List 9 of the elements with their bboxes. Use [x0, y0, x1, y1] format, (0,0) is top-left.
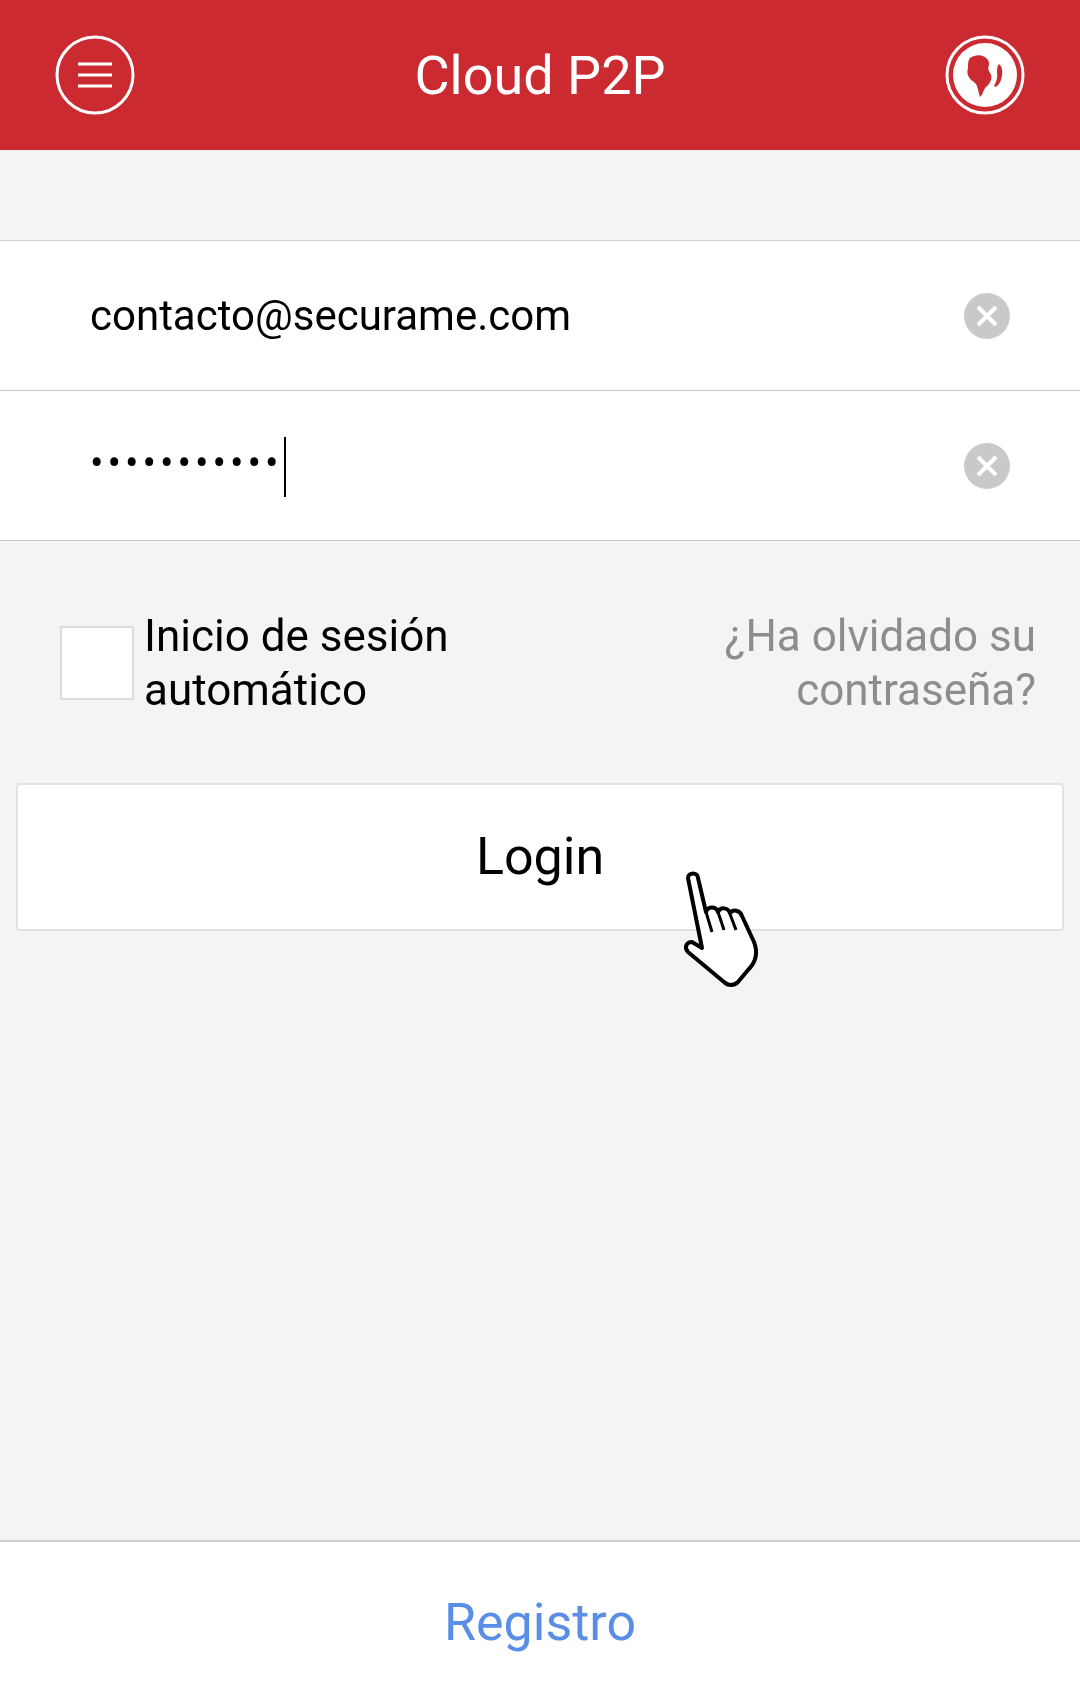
- field-value: contacto@securame.com: [90, 290, 572, 342]
- menu-icon[interactable]: [54, 34, 136, 116]
- field-value: •••••••••••: [90, 434, 964, 497]
- checkbox[interactable]: [60, 626, 134, 700]
- login-button[interactable]: Login: [16, 783, 1064, 931]
- clear-icon[interactable]: [964, 442, 1010, 489]
- checkbox-label: Inicio de sesión automático: [144, 609, 450, 717]
- app-title: Cloud P2P: [414, 42, 666, 109]
- clear-icon[interactable]: [964, 292, 1010, 339]
